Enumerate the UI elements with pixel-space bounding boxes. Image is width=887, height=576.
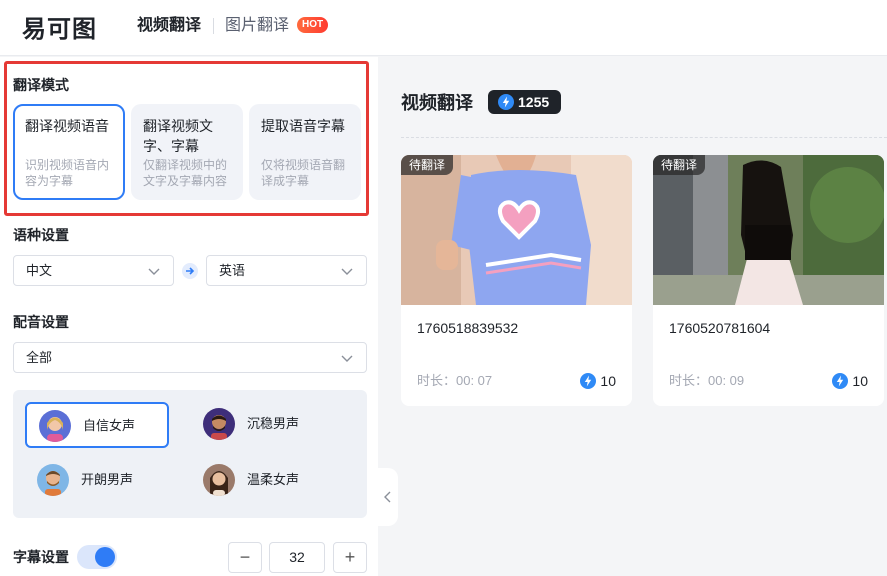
status-badge: 待翻译 bbox=[653, 155, 706, 175]
voice-options-panel: 自信女声 沉稳男声 开朗男声 温柔女声 bbox=[13, 390, 367, 518]
video-thumbnail bbox=[653, 155, 884, 305]
video-duration: 时长：00: 09 bbox=[669, 373, 745, 388]
mode-card-translate-text[interactable]: 翻译视频文字、字幕 仅翻译视频中的文字及字幕内容 bbox=[131, 104, 243, 200]
page-title: 视频翻译 bbox=[401, 93, 473, 113]
avatar bbox=[203, 464, 235, 496]
video-card[interactable]: 待翻译 1760518839532 时长：00: 07 10 bbox=[401, 155, 632, 406]
source-language-select[interactable]: 中文 bbox=[13, 255, 174, 286]
mode-card-title: 提取语音字幕 bbox=[261, 118, 345, 134]
font-size-value[interactable]: 32 bbox=[269, 542, 325, 573]
voice-label: 沉稳男声 bbox=[247, 416, 300, 431]
video-duration: 时长：00: 07 bbox=[417, 373, 493, 388]
language-section-title: 语种设置 bbox=[13, 227, 69, 243]
font-size-increase-button[interactable]: + bbox=[333, 542, 367, 573]
video-cost: 10 bbox=[832, 372, 868, 390]
nav-divider bbox=[213, 18, 214, 34]
lightning-icon bbox=[498, 94, 514, 110]
video-cost: 10 bbox=[580, 372, 616, 390]
video-card[interactable]: 待翻译 1760520781604 时长：00: 09 10 bbox=[653, 155, 884, 406]
lightning-icon bbox=[832, 373, 849, 389]
source-language-value: 中文 bbox=[26, 263, 53, 278]
collapse-panel-button[interactable] bbox=[378, 468, 398, 526]
voice-filter-select[interactable]: 全部 bbox=[13, 342, 367, 373]
target-language-value: 英语 bbox=[219, 263, 246, 278]
mode-section-title: 翻译模式 bbox=[13, 77, 69, 93]
content-divider bbox=[401, 137, 887, 138]
settings-panel: 翻译模式 翻译视频语音 识别视频语音内容为字幕 翻译视频文字、字幕 仅翻译视频中… bbox=[0, 57, 378, 576]
status-badge: 待翻译 bbox=[401, 155, 454, 175]
nav-image-translate[interactable]: 图片翻译 bbox=[225, 16, 289, 36]
chevron-down-icon bbox=[341, 355, 353, 362]
mode-card-translate-voice[interactable]: 翻译视频语音 识别视频语音内容为字幕 bbox=[13, 104, 125, 200]
chevron-left-icon bbox=[383, 490, 393, 507]
credit-balance-badge[interactable]: 1255 bbox=[488, 90, 562, 114]
mode-card-desc: 识别视频语音内容为字幕 bbox=[25, 158, 110, 188]
mode-card-desc: 仅将视频语音翻译成字幕 bbox=[261, 158, 346, 188]
lightning-icon bbox=[580, 373, 597, 389]
credit-balance-value: 1255 bbox=[518, 94, 550, 110]
toggle-knob bbox=[95, 547, 115, 567]
app-logo[interactable]: 易可图 bbox=[22, 11, 97, 43]
mode-card-title: 翻译视频文字、字幕 bbox=[143, 118, 213, 154]
subtitle-section-title: 字幕设置 bbox=[13, 549, 69, 565]
video-cost-value: 10 bbox=[600, 373, 616, 389]
voice-option-gentle-female[interactable]: 温柔女声 bbox=[191, 458, 335, 504]
video-thumbnail bbox=[401, 155, 632, 305]
avatar bbox=[203, 408, 235, 440]
mode-card-desc: 仅翻译视频中的文字及字幕内容 bbox=[143, 158, 228, 188]
arrow-right-icon bbox=[182, 263, 198, 279]
avatar bbox=[37, 464, 69, 496]
top-navigation: 易可图 视频翻译 图片翻译 HOT bbox=[0, 0, 887, 56]
target-language-select[interactable]: 英语 bbox=[206, 255, 367, 286]
voice-option-calm-male[interactable]: 沉稳男声 bbox=[191, 402, 335, 448]
hot-badge: HOT bbox=[297, 17, 329, 33]
video-name: 1760518839532 bbox=[417, 320, 519, 336]
voice-label: 温柔女声 bbox=[247, 472, 300, 487]
font-size-decrease-button[interactable]: − bbox=[228, 542, 262, 573]
nav-video-translate[interactable]: 视频翻译 bbox=[137, 16, 201, 36]
voice-label: 开朗男声 bbox=[81, 472, 134, 487]
video-name: 1760520781604 bbox=[669, 320, 771, 336]
mode-card-title: 翻译视频语音 bbox=[25, 118, 109, 134]
dubbing-section-title: 配音设置 bbox=[13, 314, 69, 330]
chevron-down-icon bbox=[148, 268, 160, 275]
voice-option-confident-female[interactable]: 自信女声 bbox=[25, 402, 169, 448]
mode-card-extract-subtitle[interactable]: 提取语音字幕 仅将视频语音翻译成字幕 bbox=[249, 104, 361, 200]
voice-option-cheerful-male[interactable]: 开朗男声 bbox=[25, 458, 169, 504]
video-cost-value: 10 bbox=[852, 373, 868, 389]
voice-label: 自信女声 bbox=[83, 418, 136, 433]
avatar bbox=[39, 410, 71, 442]
voice-filter-value: 全部 bbox=[26, 350, 53, 365]
chevron-down-icon bbox=[341, 268, 353, 275]
subtitle-toggle[interactable] bbox=[77, 545, 117, 569]
